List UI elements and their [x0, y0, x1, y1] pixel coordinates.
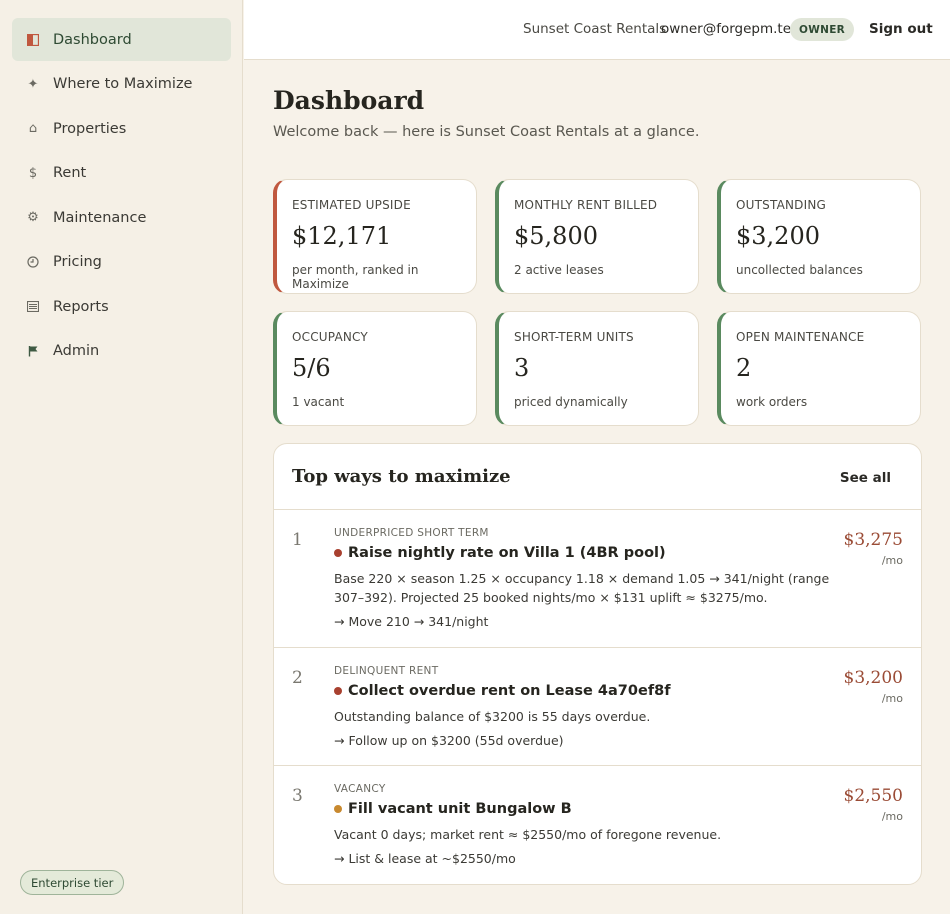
- opportunity-title-row: Fill vacant unit Bungalow B: [334, 801, 572, 817]
- opportunity-title: Raise nightly rate on Villa 1 (4BR pool): [348, 545, 666, 561]
- sidebar-item-admin[interactable]: Admin: [12, 330, 231, 373]
- sign-out-button[interactable]: Sign out: [869, 21, 933, 37]
- sidebar-item-reports[interactable]: Reports: [12, 285, 231, 328]
- opportunity-description: Base 220 × season 1.25 × occupancy 1.18 …: [334, 571, 830, 605]
- sidebar-item-dashboard[interactable]: Dashboard: [12, 18, 231, 61]
- panel-icon: [26, 33, 40, 46]
- stat-label: MONTHLY RENT BILLED: [514, 198, 658, 212]
- page-subtitle: Welcome back — here is Sunset Coast Rent…: [273, 124, 700, 140]
- stat-value: 2: [736, 354, 752, 382]
- sidebar-item-label: Dashboard: [53, 31, 132, 48]
- opportunity-title-row: Collect overdue rent on Lease 4a70ef8f: [334, 683, 671, 699]
- sidebar-item-label: Reports: [53, 298, 109, 315]
- opportunity-amount: $2,550: [843, 786, 903, 806]
- stat-label: OCCUPANCY: [292, 330, 368, 344]
- home-icon: ⌂: [28, 121, 38, 136]
- opportunity-description: Vacant 0 days; market rent ≈ $2550/mo of…: [334, 827, 722, 842]
- opportunity-rank: 2: [292, 668, 303, 688]
- opportunity-row[interactable]: 2 DELINQUENT RENT Collect overdue rent o…: [274, 648, 921, 766]
- stat-label: SHORT-TERM UNITS: [514, 330, 634, 344]
- panel-title: Top ways to maximize: [292, 466, 511, 487]
- opportunity-title: Collect overdue rent on Lease 4a70ef8f: [348, 683, 671, 699]
- opportunity-period: /mo: [881, 810, 903, 823]
- stat-card-outstanding[interactable]: OUTSTANDING $3,200 uncollected balances: [717, 179, 921, 294]
- sidebar-item-label: Admin: [53, 343, 100, 359]
- sidebar-item-label: Maintenance: [53, 209, 147, 226]
- clock-icon: [26, 256, 40, 268]
- opportunity-period: /mo: [881, 554, 903, 567]
- list-icon: [26, 301, 40, 312]
- sidebar-item-label: Rent: [53, 165, 87, 181]
- top-bar: Sunset Coast Rentals owner@forgepm.test …: [244, 0, 950, 60]
- panel-header: Top ways to maximize See all: [274, 444, 921, 510]
- role-badge: OWNER: [790, 18, 855, 41]
- opportunity-category: VACANCY: [334, 783, 386, 795]
- severity-dot-icon: [334, 805, 342, 813]
- opportunity-amount: $3,200: [843, 668, 903, 688]
- page-title: Dashboard: [273, 86, 425, 115]
- dollar-icon: $: [28, 165, 38, 181]
- stat-note: uncollected balances: [736, 263, 863, 277]
- stat-card-occupancy[interactable]: OCCUPANCY 5/6 1 vacant: [273, 311, 477, 426]
- opportunity-row[interactable]: 3 VACANCY Fill vacant unit Bungalow B Va…: [274, 766, 921, 884]
- stat-card-short-term-units[interactable]: SHORT-TERM UNITS 3 priced dynamically: [495, 311, 699, 426]
- opportunity-description: Outstanding balance of $3200 is 55 days …: [334, 709, 651, 724]
- severity-dot-icon: [334, 687, 342, 695]
- stat-note: work orders: [736, 395, 808, 409]
- stat-label: OPEN MAINTENANCE: [736, 330, 865, 344]
- stat-note: priced dynamically: [514, 395, 628, 409]
- opportunity-category: UNDERPRICED SHORT TERM: [334, 527, 489, 539]
- opportunity-title: Fill vacant unit Bungalow B: [348, 801, 572, 817]
- user-email: owner@forgepm.test: [661, 21, 804, 37]
- opportunity-action[interactable]: → List & lease at ~$2550/mo: [334, 851, 516, 866]
- sidebar-item-label: Properties: [53, 120, 127, 137]
- opportunity-period: /mo: [881, 692, 903, 705]
- sidebar-item-pricing[interactable]: Pricing: [12, 241, 231, 284]
- opportunity-action[interactable]: → Move 210 → 341/night: [334, 614, 488, 629]
- see-all-link[interactable]: See all: [840, 470, 891, 486]
- stat-card-estimated-upside[interactable]: ESTIMATED UPSIDE $12,171 per month, rank…: [273, 179, 477, 294]
- stat-note: 1 vacant: [292, 395, 345, 409]
- org-name: Sunset Coast Rentals: [523, 21, 667, 37]
- sidebar-item-label: Where to Maximize: [53, 76, 193, 92]
- flag-icon: [26, 345, 40, 357]
- stat-label: ESTIMATED UPSIDE: [292, 198, 411, 212]
- gear-icon: ⚙: [27, 210, 39, 225]
- opportunity-rank: 1: [292, 530, 303, 550]
- sidebar-item-maintenance[interactable]: ⚙ Maintenance: [12, 196, 231, 239]
- stat-value: 3: [514, 354, 530, 382]
- stat-value: $12,171: [292, 222, 392, 250]
- opportunity-category: DELINQUENT RENT: [334, 665, 439, 677]
- severity-dot-icon: [334, 549, 342, 557]
- stat-note: 2 active leases: [514, 263, 604, 277]
- sidebar-item-properties[interactable]: ⌂ Properties: [12, 107, 231, 150]
- stat-card-open-maintenance[interactable]: OPEN MAINTENANCE 2 work orders: [717, 311, 921, 426]
- stat-card-monthly-rent-billed[interactable]: MONTHLY RENT BILLED $5,800 2 active leas…: [495, 179, 699, 294]
- opportunity-rank: 3: [292, 786, 303, 806]
- sidebar-item-label: Pricing: [53, 254, 102, 270]
- sidebar: Dashboard ✦ Where to Maximize ⌂ Properti…: [0, 0, 243, 914]
- stat-value: $5,800: [514, 222, 598, 250]
- maximize-panel: Top ways to maximize See all 1 UNDERPRIC…: [273, 443, 922, 885]
- stat-note: per month, ranked in Maximize: [292, 263, 419, 291]
- opportunity-title-row: Raise nightly rate on Villa 1 (4BR pool): [334, 545, 666, 561]
- sidebar-item-rent[interactable]: $ Rent: [12, 152, 231, 195]
- stat-value: 5/6: [292, 354, 331, 382]
- opportunity-row[interactable]: 1 UNDERPRICED SHORT TERM Raise nightly r…: [274, 510, 921, 648]
- tier-badge: Enterprise tier: [20, 870, 125, 895]
- stat-value: $3,200: [736, 222, 820, 250]
- opportunity-action[interactable]: → Follow up on $3200 (55d overdue): [334, 733, 564, 748]
- sidebar-item-where-to-maximize[interactable]: ✦ Where to Maximize: [12, 63, 231, 106]
- sidebar-nav: Dashboard ✦ Where to Maximize ⌂ Properti…: [12, 18, 231, 374]
- stat-label: OUTSTANDING: [736, 198, 827, 212]
- sparkle-icon: ✦: [27, 76, 39, 92]
- opportunity-amount: $3,275: [843, 530, 903, 550]
